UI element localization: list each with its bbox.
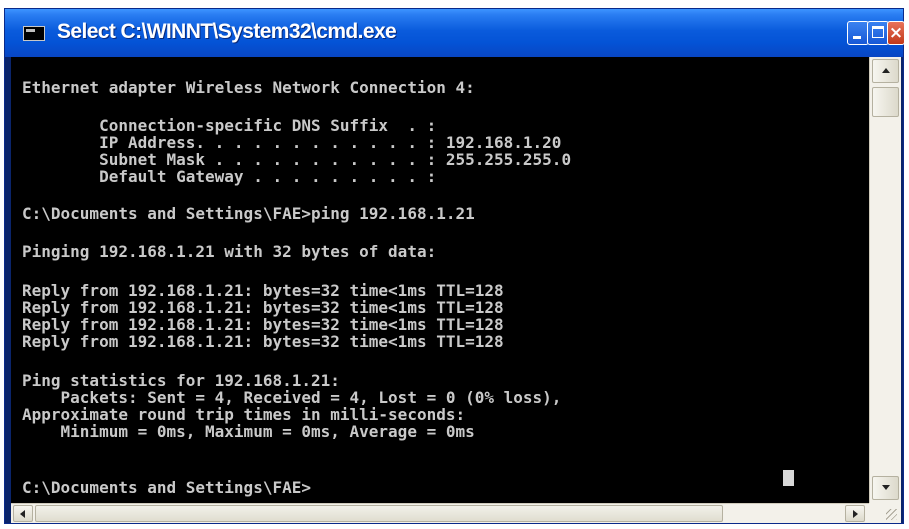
console-line: Subnet Mask . . . . . . . . . . . : 255.… bbox=[22, 150, 572, 169]
scroll-up-arrow-icon bbox=[882, 68, 890, 73]
console-line: Connection-specific DNS Suffix . : bbox=[22, 116, 437, 135]
minimize-button[interactable] bbox=[847, 21, 869, 45]
console-output[interactable]: Ethernet adapter Wireless Network Connec… bbox=[11, 57, 869, 503]
console-icon[interactable] bbox=[23, 26, 45, 41]
console-line: Approximate round trip times in milli-se… bbox=[22, 405, 466, 424]
close-icon: × bbox=[888, 23, 904, 43]
scroll-down-arrow-icon bbox=[882, 485, 890, 490]
console-line: Packets: Sent = 4, Received = 4, Lost = … bbox=[22, 388, 562, 407]
console-line: Pinging 192.168.1.21 with 32 bytes of da… bbox=[22, 242, 437, 261]
cmd-window: Select C:\WINNT\System32\cmd.exe × Ether… bbox=[4, 8, 905, 524]
console-line: Ping statistics for 192.168.1.21: bbox=[22, 371, 340, 390]
maximize-button[interactable] bbox=[867, 21, 889, 45]
vertical-scroll-thumb[interactable] bbox=[872, 87, 899, 117]
horizontal-scrollbar[interactable] bbox=[11, 503, 869, 523]
console-line: Reply from 192.168.1.21: bytes=32 time<1… bbox=[22, 281, 504, 300]
console-line: Minimum = 0ms, Maximum = 0ms, Average = … bbox=[22, 422, 475, 441]
vertical-scrollbar[interactable] bbox=[869, 57, 901, 503]
horizontal-scroll-thumb[interactable] bbox=[35, 505, 723, 522]
title-bar[interactable]: Select C:\WINNT\System32\cmd.exe × bbox=[5, 9, 905, 57]
command-prompt-line: C:\Documents and Settings\FAE> bbox=[22, 478, 311, 497]
console-line: Default Gateway . . . . . . . . . : bbox=[22, 167, 437, 186]
scroll-up-button[interactable] bbox=[872, 59, 899, 83]
resize-grip-icon[interactable] bbox=[869, 503, 901, 523]
console-line: Ethernet adapter Wireless Network Connec… bbox=[22, 78, 475, 97]
console-line: Reply from 192.168.1.21: bytes=32 time<1… bbox=[22, 315, 504, 334]
console-line: Reply from 192.168.1.21: bytes=32 time<1… bbox=[22, 298, 504, 317]
close-button[interactable]: × bbox=[887, 21, 905, 45]
console-line: Reply from 192.168.1.21: bytes=32 time<1… bbox=[22, 332, 504, 351]
scroll-right-button[interactable] bbox=[845, 505, 865, 522]
command-prompt-line: C:\Documents and Settings\FAE>ping 192.1… bbox=[22, 204, 475, 223]
window-title: Select C:\WINNT\System32\cmd.exe bbox=[57, 20, 397, 43]
scroll-down-button[interactable] bbox=[872, 476, 899, 500]
scroll-right-arrow-icon bbox=[853, 510, 858, 518]
scroll-left-arrow-icon bbox=[20, 510, 25, 518]
scroll-left-button[interactable] bbox=[13, 505, 33, 522]
console-line: IP Address. . . . . . . . . . . . : 192.… bbox=[22, 133, 562, 152]
text-cursor bbox=[783, 470, 794, 486]
